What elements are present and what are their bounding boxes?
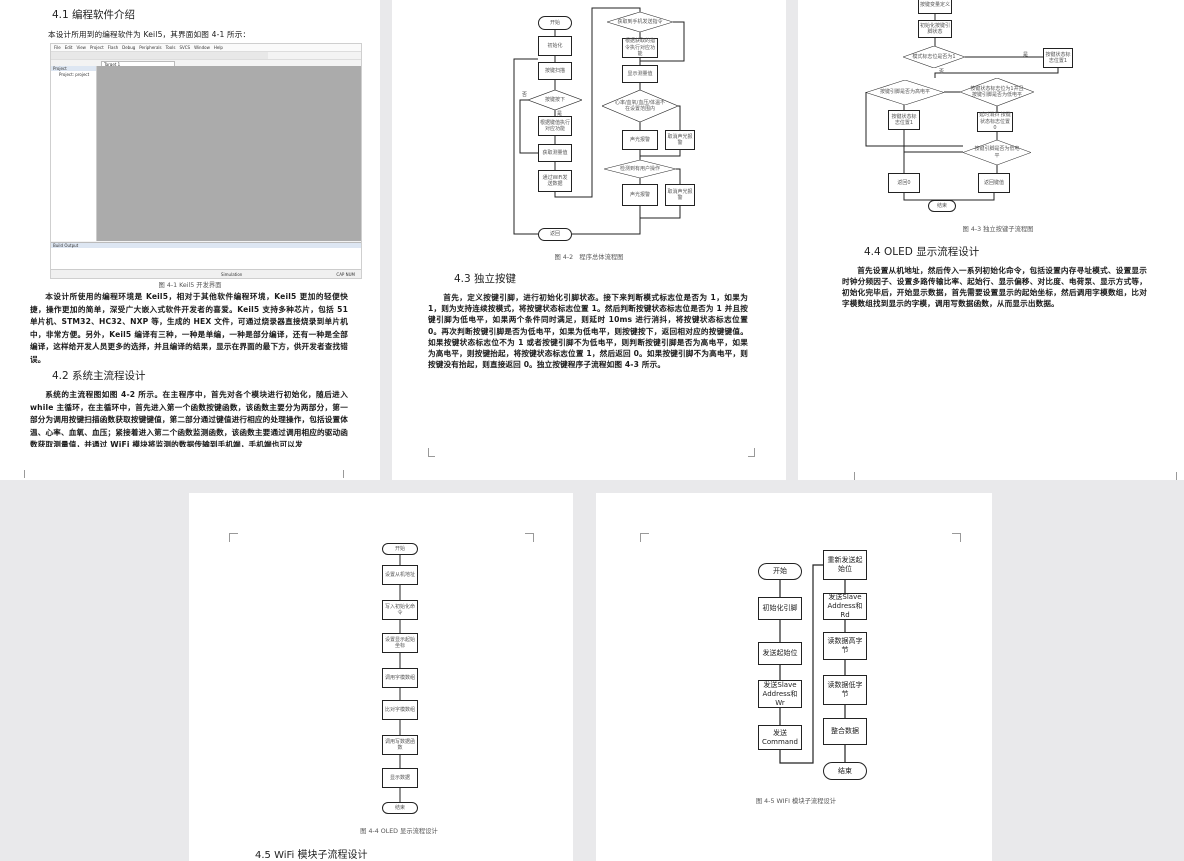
flow-mode-decision: 模式标志位是否为1: [903, 46, 965, 68]
wifi-flow-read-high: 读数据高字节: [823, 632, 867, 660]
oled-flow-step: 结束: [382, 802, 418, 814]
keil-build-output: Build Output: [51, 242, 361, 269]
heading-4-1: 4.1 编程软件介绍: [52, 9, 136, 21]
flow-range-decision: 心率/血氧/血压/体温不在设置范围内: [602, 90, 678, 122]
wifi-flow-start-bit: 发送起始位: [758, 642, 802, 665]
flow-alarm-1: 声光报警: [622, 130, 658, 150]
oled-flow-step: 设置显示起始坐标: [382, 633, 418, 653]
flow-wifi-send: 通过WiFi发送数据: [538, 170, 572, 192]
flow-define: 按键变量定义: [918, 0, 952, 14]
oled-flow-step: 写入初始化命令: [382, 600, 418, 620]
flowchart-connectors: [399, 555, 401, 802]
keil-toolbar: [51, 51, 361, 59]
keil-menu-bar: File Edit View Project Flash Debug Peripherals…: [51, 44, 361, 51]
flow-cond-decision: 按键状态标志位为1并且按键引脚是否为低电平: [960, 78, 1034, 106]
keil-status-bar: Simulation CAP NUM: [51, 269, 361, 278]
heading-4-5: 4.5 WiFi 模块子流程设计: [255, 850, 368, 861]
flowchart-connectors: [513, 7, 685, 235]
flow-exec-key: 根据键值执行对应功能: [538, 116, 572, 136]
oled-flow-step: 设置从机地址: [382, 565, 418, 585]
paragraph-keil: 本设计所使用的编程环境是 Keil5，相对于其他软件编程环境，Keil5 更加的…: [30, 292, 348, 364]
label-no: 否: [522, 92, 528, 98]
flow-user-op-decision: 检测到有用户操作: [604, 160, 676, 178]
wifi-flow-command: 发送Command: [758, 725, 802, 750]
figure-4-3-caption: 图 4-3 独立按键子流程图: [962, 226, 1034, 233]
heading-4-2: 4.2 系统主流程设计: [52, 370, 146, 382]
wifi-flow-read-low: 读数据低字节: [823, 675, 867, 705]
label-no: 否: [939, 69, 945, 75]
document-page-4: 开始 设置从机地址 写入初始化命令 设置显示起始坐标 调用字模数组 比对字模数组…: [189, 493, 573, 861]
oled-flow-step: 调用字模数组: [382, 668, 418, 688]
oled-flow-step: 比对字模数组: [382, 700, 418, 720]
heading-4-3: 4.3 独立按键: [454, 273, 517, 285]
heading-4-4: 4.4 OLED 显示流程设计: [864, 246, 980, 258]
wifi-flow-init-pins: 初始化引脚: [758, 597, 802, 620]
flow-init: 初始化: [538, 36, 572, 56]
figure-4-4-caption: 图 4-4 OLED 显示流程设计: [360, 828, 438, 835]
oled-flow-step: 显示数据: [382, 768, 418, 788]
paragraph-oled: 首先设置从机地址，然后传入一系列初始化命令，包括设置内存寻址模式、设置显示时钟分…: [842, 266, 1147, 308]
document-page-2: 开始 初始化 按键扫描 按键按下 根据键值执行对应功能 获取测量值 通过WiFi…: [392, 0, 786, 480]
figure-4-2-caption: 图 4-2 程序总体流程图: [554, 254, 624, 261]
flow-cancel-1: 取消声光报警: [665, 130, 695, 150]
document-page-3: 按键变量定义 初始化按键引脚状态 模式标志位是否为1 按键状态标志位置1 按键引…: [798, 0, 1184, 480]
flow-debounce: 延时消抖 按键状态标志位置0: [977, 112, 1013, 132]
keil-screenshot: File Edit View Project Flash Debug Peripherals…: [50, 43, 362, 279]
wifi-flow-end: 结束: [823, 762, 867, 780]
flow-exec-cmd: 根据获取的指令执行对应功能: [622, 38, 658, 58]
flow-key-pressed-decision: 按键按下: [528, 90, 582, 110]
wifi-flow-slave-rd: 发送Slave Address和Rd: [823, 593, 867, 620]
wifi-flow-merge: 整合数据: [823, 718, 867, 745]
flow-return: 返回: [538, 228, 572, 241]
flow-low-decision: 按键引脚是否为低电平: [963, 140, 1031, 165]
label-yes: 是: [1023, 52, 1029, 58]
figure-4-5-caption: 图 4-5 WIFI 模块子流程设计: [755, 798, 837, 805]
figure-4-1-caption: 图 4-1 Keil5 开发界面: [158, 282, 222, 289]
flow-set-flag-1b: 按键状态标志位置1: [888, 110, 920, 130]
keil-project-pane: Project Project: project: [51, 66, 97, 241]
oled-flow-step: 调用写数据函数: [382, 735, 418, 755]
flow-high-decision: 按键引脚是否为高电平: [866, 80, 944, 105]
oled-flow-step: 开始: [382, 543, 418, 555]
flow-cancel-2: 取消声光报警: [665, 184, 695, 206]
flow-set-flag-1: 按键状态标志位置1: [1043, 48, 1073, 68]
flow-start: 开始: [538, 16, 572, 30]
document-page-1: 4.1 编程软件介绍 本设计所用到的编程软件为 Keil5，其界面如图 4-1 …: [0, 0, 380, 480]
label-yes: 是: [557, 111, 563, 117]
flow-return-key: 返回键值: [978, 173, 1010, 193]
flow-display: 显示测量值: [622, 65, 658, 83]
flow-end: 结束: [928, 200, 956, 212]
flow-key-scan: 按键扫描: [538, 62, 572, 80]
wifi-flow-restart: 重新发送起始位: [823, 550, 867, 580]
flow-return-0: 返回0: [888, 173, 920, 193]
keil-editor-area: [97, 66, 361, 241]
flow-init: 初始化按键引脚状态: [918, 20, 952, 38]
paragraph-key: 首先，定义按键引脚，进行初始化引脚状态。接下来判断模式标志位是否为 1，如果为 …: [428, 293, 748, 370]
flow-get-measure: 获取测量值: [538, 144, 572, 162]
paragraph-main-flow: 系统的主流程图如图 4-2 所示。在主程序中，首先对各个模块进行初始化，随后进入…: [30, 390, 348, 447]
intro-paragraph: 本设计所用到的编程软件为 Keil5，其界面如图 4-1 所示：: [48, 30, 251, 39]
wifi-flow-slave-wr: 发送Slave Address和Wr: [758, 680, 802, 708]
document-page-5: 开始 初始化引脚 发送起始位 发送Slave Address和Wr 发送Comm…: [596, 493, 992, 861]
flow-phone-cmd-decision: 获取到手机发送指令: [607, 12, 673, 32]
wifi-flow-start: 开始: [758, 563, 802, 580]
flow-alarm-2: 声光报警: [622, 184, 658, 206]
